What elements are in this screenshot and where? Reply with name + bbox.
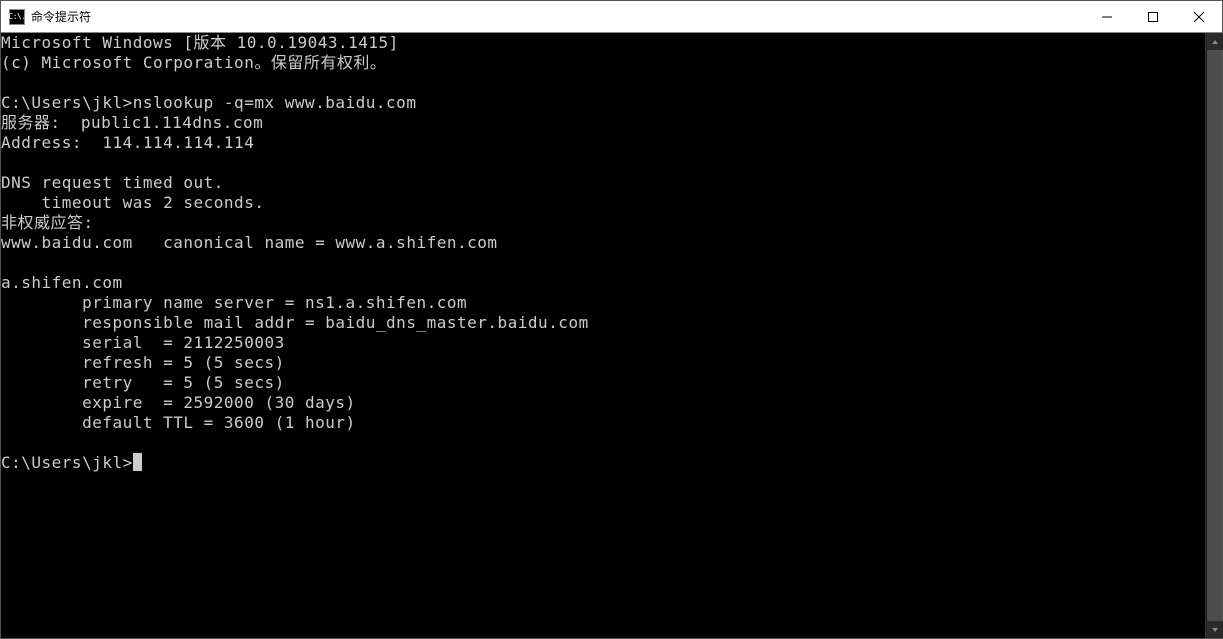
minimize-button[interactable] [1084,1,1130,32]
terminal-container: Microsoft Windows [版本 10.0.19043.1415] (… [1,33,1222,638]
terminal-output[interactable]: Microsoft Windows [版本 10.0.19043.1415] (… [1,33,1205,638]
window-titlebar[interactable]: C:\. 命令提示符 [1,1,1222,33]
scroll-up-button[interactable] [1206,33,1223,50]
scroll-down-button[interactable] [1206,621,1223,638]
terminal-cursor [133,453,142,471]
window-controls [1084,1,1222,32]
window-title: 命令提示符 [31,8,1084,25]
close-button[interactable] [1176,1,1222,32]
vertical-scrollbar[interactable] [1205,33,1222,638]
cmd-icon: C:\. [9,9,25,25]
scrollbar-thumb[interactable] [1207,50,1222,621]
maximize-button[interactable] [1130,1,1176,32]
